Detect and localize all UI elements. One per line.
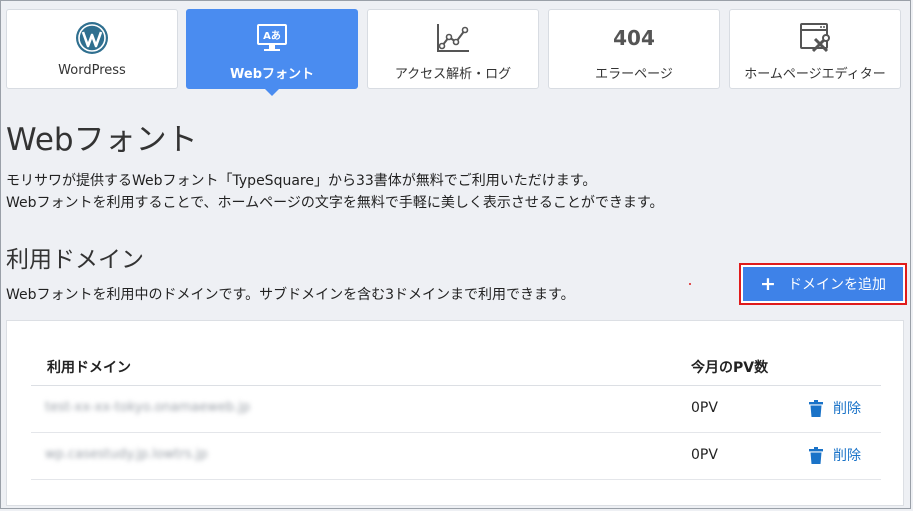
svg-text:Aあ: Aあ (263, 29, 281, 42)
table-row: wp.casestudy.jp.lowtrs.jp 0PV 削除 (31, 433, 881, 480)
error-404-icon: 404 (549, 20, 719, 56)
delete-label: 削除 (833, 448, 861, 464)
tab-access-log-label: アクセス解析・ログ (394, 67, 512, 82)
domains-description: Webフォントを利用中のドメインです。サブドメインを含む3ドメインまで利用できま… (6, 287, 575, 303)
trash-icon (809, 399, 823, 417)
plus-icon: + (760, 273, 776, 295)
wordpress-icon (7, 20, 177, 56)
domains-heading: 利用ドメイン (6, 247, 144, 273)
tab-error-page-label: エラーページ (595, 67, 673, 82)
pv-count: 0PV (691, 447, 718, 463)
pv-count: 0PV (691, 400, 718, 416)
tab-homepage-editor-label: ホームページエディター (744, 67, 886, 82)
column-header-pv: 今月のPV数 (691, 360, 769, 376)
add-domain-button[interactable]: + ドメインを追加 (739, 263, 907, 305)
error-404-icon-text: 404 (613, 26, 655, 50)
domain-name: wp.casestudy.jp.lowtrs.jp (45, 447, 208, 462)
tab-error-page[interactable]: 404 エラーページ (548, 9, 720, 89)
table-row: test-xx-xx-tokyo.onamaeweb.jp 0PV 削除 (31, 386, 881, 433)
editor-tools-icon (730, 20, 900, 56)
delete-label: 削除 (833, 401, 861, 417)
delete-link[interactable]: 削除 (809, 445, 861, 465)
page-description: モリサワが提供するWebフォント「TypeSquare」から33書体が無料でご利… (6, 170, 663, 214)
page-title: Webフォント (6, 122, 198, 158)
add-domain-label: ドメインを追加 (787, 277, 886, 293)
tab-access-log[interactable]: アクセス解析・ログ (367, 9, 539, 89)
table-header: 利用ドメイン 今月のPV数 (31, 345, 881, 386)
domains-table-panel: 利用ドメイン 今月のPV数 test-xx-xx-tokyo.onamaeweb… (6, 320, 904, 506)
trash-icon (809, 446, 823, 464)
delete-link[interactable]: 削除 (809, 398, 861, 418)
tab-webfont[interactable]: Aあ Webフォント (186, 9, 358, 96)
tab-homepage-editor[interactable]: ホームページエディター (729, 9, 901, 89)
line-chart-icon (368, 20, 538, 56)
add-domain-button-inner[interactable]: + ドメインを追加 (743, 267, 903, 301)
webfont-icon: Aあ (187, 20, 357, 56)
description-line-1: モリサワが提供するWebフォント「TypeSquare」から33書体が無料でご利… (6, 173, 597, 189)
red-dot-mark (689, 283, 691, 285)
tab-wordpress[interactable]: WordPress (6, 9, 178, 89)
description-line-2: Webフォントを利用することで、ホームページの文字を無料で手軽に美しく表示させる… (6, 195, 664, 211)
tab-webfont-label: Webフォント (230, 67, 314, 82)
column-header-domain: 利用ドメイン (47, 360, 131, 376)
domain-name: test-xx-xx-tokyo.onamaeweb.jp (45, 400, 251, 415)
tab-wordpress-label: WordPress (58, 63, 126, 78)
